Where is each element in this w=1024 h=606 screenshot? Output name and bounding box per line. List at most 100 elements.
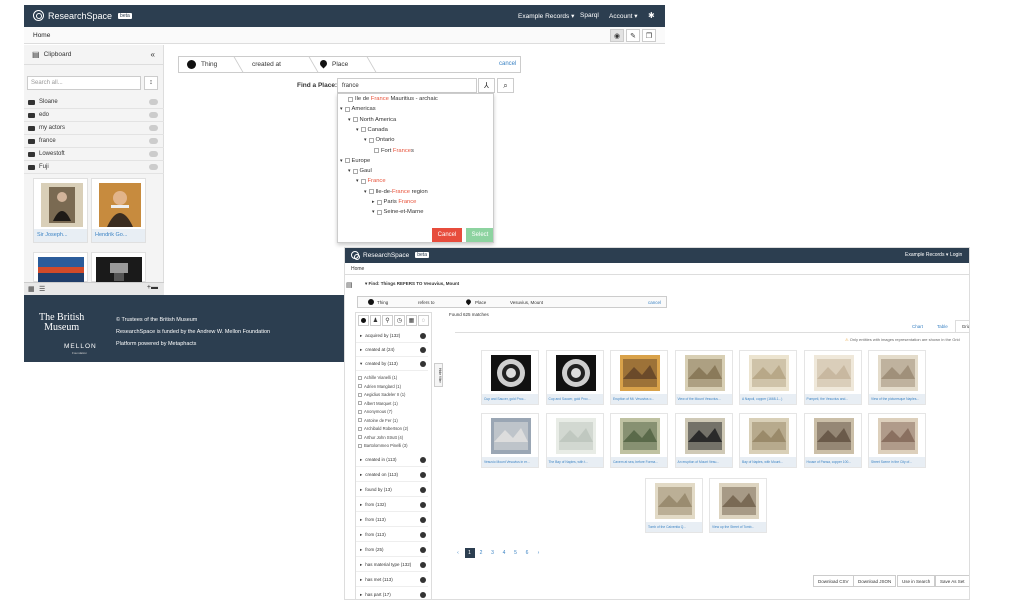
node-checkbox[interactable] xyxy=(348,96,353,102)
facet-row[interactable]: ▸ has material type (132) xyxy=(356,558,428,572)
result-card[interactable]: House of Pansa, copper 100... xyxy=(803,413,862,468)
expand-toggle-icon[interactable]: ▾ xyxy=(348,168,351,174)
node-checkbox[interactable] xyxy=(376,199,382,205)
download-json-button[interactable]: Download JSON xyxy=(853,575,897,587)
researchspace-logo[interactable]: ResearchSpace beta xyxy=(33,10,132,21)
clipboard-folder[interactable]: Fuji xyxy=(24,161,164,174)
result-card[interactable]: Cavern at sea, before Forma... xyxy=(610,413,668,468)
facet-value-checkbox[interactable] xyxy=(358,392,362,397)
node-checkbox[interactable] xyxy=(374,148,379,153)
result-card[interactable]: Bay of Naples, with Mount... xyxy=(739,413,797,468)
nav-sparql[interactable]: Sparql xyxy=(580,12,599,19)
facet-value-checkbox[interactable] xyxy=(358,375,362,380)
tree-node[interactable]: ▾ Ontario xyxy=(364,137,395,143)
clipboard-icon[interactable]: ▤ xyxy=(346,281,353,289)
expand-toggle-icon[interactable]: ▾ xyxy=(356,178,359,184)
cancel-search-link[interactable]: cancel xyxy=(648,300,661,305)
result-card-label[interactable]: House of Pansa, copper 100... xyxy=(804,457,861,467)
result-card-label[interactable]: Cup and Saucer, gold Proc... xyxy=(546,394,603,404)
clipboard-item[interactable]: Hendrik Go... xyxy=(91,178,146,243)
segment-relation[interactable]: refers to xyxy=(418,297,435,307)
download-csv-button[interactable]: Download CSV xyxy=(813,575,854,587)
result-card[interactable]: Cup and Saucer, gold Proc... xyxy=(481,350,539,405)
result-card-label[interactable]: Cavern at sea, before Forma... xyxy=(611,457,667,467)
nav-login[interactable]: Login xyxy=(950,252,962,258)
tree-node[interactable]: ▸ Paris France xyxy=(372,199,416,205)
result-card-label[interactable]: Tomb of the Calventia Q... xyxy=(646,522,702,532)
facet-value[interactable]: Achille Vianelli (1) xyxy=(358,375,397,380)
use-in-search-button[interactable]: Use in Search xyxy=(897,575,936,587)
node-checkbox[interactable] xyxy=(344,106,350,112)
prev-page-button[interactable]: ‹ xyxy=(453,548,463,558)
result-card[interactable]: View of the Mount Vesuvius... xyxy=(674,350,733,405)
view-mode-button[interactable]: ◉ xyxy=(610,29,624,42)
facet-row[interactable]: ▸ created at (24) xyxy=(356,343,428,357)
node-checkbox[interactable] xyxy=(352,168,358,174)
segment-relation[interactable]: created at xyxy=(252,57,281,72)
clipboard-folder[interactable]: Sloane xyxy=(24,96,164,109)
clipboard-item[interactable]: Sir Joseph... xyxy=(33,178,88,243)
map-search-button[interactable]: ⌕ xyxy=(497,78,514,93)
result-card[interactable]: Vesuvio Mount Vesuvius in er... xyxy=(481,413,539,468)
result-card-label[interactable]: View of the picturesque Naples... xyxy=(869,394,925,404)
segment-thing[interactable]: Thing xyxy=(187,57,217,72)
edit-mode-button[interactable]: ✎ xyxy=(626,29,640,42)
clipboard-item[interactable] xyxy=(33,252,88,283)
facet-value[interactable]: Anonymous (7) xyxy=(358,409,392,414)
expand-toggle-icon[interactable]: ▸ xyxy=(372,199,375,205)
facet-value[interactable]: Bartolommeo Pinelli (3) xyxy=(358,443,408,448)
result-card-label[interactable]: Street Scene in the City of... xyxy=(869,457,925,467)
tree-node[interactable]: ▾ North America xyxy=(348,117,396,123)
tree-node[interactable]: Ile de France Mauritius - archaic xyxy=(348,96,438,102)
list-view-icon[interactable]: ☰ xyxy=(39,285,45,293)
facet-thing-button[interactable] xyxy=(358,315,369,326)
nav-example-records[interactable]: Example Records ▾ xyxy=(905,252,948,258)
clipboard-folder[interactable]: france xyxy=(24,135,164,148)
collapse-clipboard-button[interactable]: « xyxy=(151,50,155,59)
node-checkbox[interactable] xyxy=(360,127,366,133)
result-card-label[interactable]: Bay of Naples, with Mount... xyxy=(740,457,796,467)
facet-row[interactable]: ▾ created by (113) xyxy=(356,357,428,371)
result-card-label[interactable]: View of the Mount Vesuvius... xyxy=(675,394,732,404)
expand-toggle-icon[interactable]: ▾ xyxy=(372,209,375,215)
facet-value[interactable]: Arthur John Strutt (4) xyxy=(358,435,403,440)
result-card-label[interactable]: Eruption of Mt. Vesuvius o... xyxy=(611,394,667,404)
facet-row[interactable]: ▸ has met (113) xyxy=(356,573,428,587)
result-card[interactable]: Cup and Saucer, gold Proc... xyxy=(545,350,604,405)
breadcrumb-home[interactable]: Home xyxy=(33,32,50,39)
page-button[interactable]: 1 xyxy=(464,548,475,558)
clipboard-folder[interactable]: my actors xyxy=(24,122,164,135)
page-button[interactable]: 2 xyxy=(476,548,486,558)
node-checkbox[interactable] xyxy=(360,178,366,184)
tree-node[interactable]: ▾ Americas xyxy=(340,106,376,112)
result-card[interactable]: View up the Street of Tomb... xyxy=(709,478,767,533)
tree-node[interactable]: ▾ Seine-et-Marne xyxy=(372,209,423,215)
sort-button[interactable]: ↕ xyxy=(144,76,158,90)
facet-row[interactable]: ▸ created in (113) xyxy=(356,453,428,467)
tree-select-button[interactable]: Select xyxy=(466,228,493,242)
result-card[interactable]: Eruption of Mt. Vesuvius o... xyxy=(610,350,668,405)
tree-node[interactable]: ▾ Canada xyxy=(356,127,388,133)
cancel-search-link[interactable]: cancel xyxy=(499,61,516,67)
result-card[interactable]: The Bay of Naples, with t... xyxy=(545,413,604,468)
page-button[interactable]: 3 xyxy=(488,548,498,558)
facet-row[interactable]: ▸ has part (17) xyxy=(356,588,428,599)
find-summary[interactable]: ▾ Find: Things REFERS TO Vesuvius, Mount xyxy=(365,281,459,287)
result-card-label[interactable]: Vesuvio Mount Vesuvius in er... xyxy=(482,457,538,467)
facet-row[interactable]: ▸ from (113) xyxy=(356,513,428,527)
node-checkbox[interactable] xyxy=(368,137,374,143)
result-card[interactable]: A Napoli, copper (1668-1...) xyxy=(739,350,797,405)
node-checkbox[interactable] xyxy=(344,158,350,164)
copy-button[interactable]: ❐ xyxy=(642,29,656,42)
segment-value[interactable]: Vesuvius, Mount xyxy=(510,297,543,307)
facet-value-checkbox[interactable] xyxy=(358,435,362,439)
hierarchy-button[interactable]: ⅄ xyxy=(478,78,495,93)
add-folder-icon[interactable]: +▬ xyxy=(147,284,158,291)
grid-view-icon[interactable]: ▦ xyxy=(28,285,35,293)
clipboard-item-label[interactable]: Hendrik Go... xyxy=(92,229,145,242)
next-page-button[interactable]: › xyxy=(534,548,544,558)
expand-toggle-icon[interactable]: ▾ xyxy=(364,189,367,195)
facet-row[interactable]: ▸ found by (13) xyxy=(356,483,428,497)
facet-value[interactable]: Aegidius Sadeler II (1) xyxy=(358,392,405,397)
facet-actor-button[interactable]: ♟ xyxy=(370,315,381,326)
